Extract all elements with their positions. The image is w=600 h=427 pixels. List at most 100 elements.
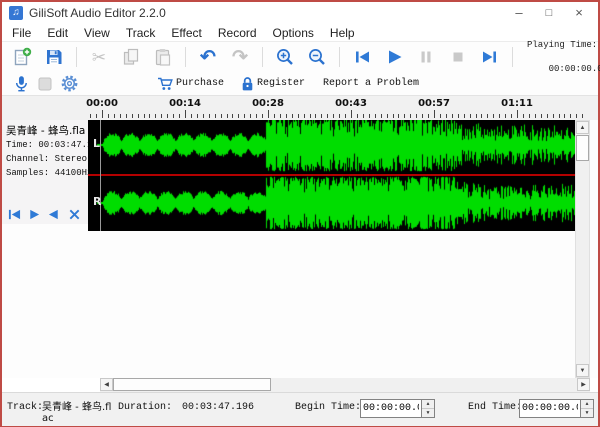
settings-button[interactable]	[57, 74, 81, 94]
paste-button[interactable]	[147, 45, 179, 69]
begin-time-up-button[interactable]: ▲	[422, 400, 434, 409]
playhead-cursor[interactable]	[100, 120, 101, 231]
ruler-minor-tick	[576, 114, 577, 118]
begin-time-down-button[interactable]: ▼	[422, 409, 434, 417]
title-bar: ♫ GiliSoft Audio Editor 2.2.0 – □ ×	[2, 2, 598, 24]
save-button[interactable]	[38, 45, 70, 69]
ruler-major-tick	[434, 110, 435, 118]
ruler-minor-tick	[464, 114, 465, 118]
ruler-label: 00:28	[252, 98, 284, 109]
menu-item-options[interactable]: Options	[265, 26, 322, 40]
track-play-button[interactable]	[24, 206, 44, 223]
redo-button[interactable]: ↷	[224, 45, 256, 69]
ruler-minor-tick	[553, 114, 554, 118]
ruler-minor-tick	[292, 114, 293, 118]
ruler-minor-tick	[493, 114, 494, 118]
track-skip-start-button[interactable]	[4, 206, 24, 223]
ruler-minor-tick	[333, 114, 334, 118]
end-time-input[interactable]	[519, 399, 581, 418]
ruler-minor-tick	[564, 114, 565, 118]
status-track-value: 吴青峰 - 蜂鸟.flac	[42, 402, 114, 424]
pause-button[interactable]	[410, 45, 442, 69]
ruler-minor-tick	[339, 114, 340, 118]
ruler-minor-tick	[108, 114, 109, 118]
purchase-label: Purchase	[176, 78, 224, 89]
menu-item-file[interactable]: File	[4, 26, 39, 40]
secondary-toolbar: Purchase Register Report a Problem	[2, 72, 598, 95]
scroll-left-button[interactable]: ◀	[100, 378, 113, 391]
cut-button[interactable]: ✂	[83, 45, 115, 69]
report-problem-link[interactable]: Report a Problem	[321, 78, 419, 89]
ruler-minor-tick	[244, 114, 245, 118]
ruler-minor-tick	[381, 114, 382, 118]
app-icon: ♫	[9, 6, 23, 20]
stop-icon	[448, 47, 468, 67]
register-link[interactable]: Register	[240, 76, 305, 92]
ruler-major-tick	[351, 110, 352, 118]
begin-time-input[interactable]	[360, 399, 422, 418]
zoom-out-button[interactable]	[301, 45, 333, 69]
toolbar-separator	[512, 47, 513, 67]
ruler-minor-tick	[387, 114, 388, 118]
menu-item-view[interactable]: View	[76, 26, 118, 40]
track-close-button[interactable]	[64, 206, 84, 223]
undo-button[interactable]: ↶	[192, 45, 224, 69]
timeline-ruler[interactable]: 00:0000:1400:2800:4300:5701:11	[2, 95, 598, 120]
skip-start-icon	[352, 47, 372, 67]
end-time-down-button[interactable]: ▼	[581, 409, 593, 417]
ruler-minor-tick	[132, 114, 133, 118]
purchase-link[interactable]: Purchase	[157, 76, 224, 91]
waveform-panel: L R	[88, 120, 575, 231]
ruler-minor-tick	[238, 114, 239, 118]
ruler-minor-tick	[250, 114, 251, 118]
ruler-minor-tick	[215, 114, 216, 118]
register-label: Register	[257, 78, 305, 89]
maximize-button[interactable]: □	[534, 2, 564, 24]
menu-item-effect[interactable]: Effect	[163, 26, 209, 40]
record-button[interactable]	[9, 74, 33, 94]
report-problem-label: Report a Problem	[323, 78, 419, 89]
vertical-scroll-thumb[interactable]	[576, 135, 589, 161]
redo-icon: ↷	[232, 49, 248, 66]
ruler-minor-tick	[167, 114, 168, 118]
ruler-label: 00:57	[418, 98, 450, 109]
gear-icon	[60, 74, 79, 93]
menu-item-record[interactable]: Record	[210, 26, 265, 40]
menu-item-help[interactable]: Help	[322, 26, 363, 40]
menu-item-track[interactable]: Track	[118, 26, 164, 40]
stop-record-button[interactable]	[33, 74, 57, 94]
status-duration-value: 00:03:47.196	[182, 402, 254, 413]
scroll-up-button[interactable]: ▲	[576, 121, 589, 134]
track-filename: 吴青峰 - 蜂鸟.flac	[6, 123, 86, 138]
menu-item-edit[interactable]: Edit	[39, 26, 76, 40]
horizontal-scrollbar[interactable]: ◀ ▶	[100, 378, 590, 392]
new-file-button[interactable]	[6, 45, 38, 69]
scroll-right-button[interactable]: ▶	[577, 378, 590, 391]
skip-end-button[interactable]	[474, 45, 506, 69]
lock-icon	[240, 76, 255, 92]
minimize-button[interactable]: –	[504, 2, 534, 24]
toolbar-separator	[185, 47, 186, 67]
scroll-down-button[interactable]: ▼	[576, 364, 589, 377]
ruler-minor-tick	[535, 114, 536, 118]
end-time-up-button[interactable]: ▲	[581, 400, 593, 409]
copy-button[interactable]	[115, 45, 147, 69]
ruler-minor-tick	[221, 114, 222, 118]
close-button[interactable]: ×	[564, 2, 594, 24]
ruler-label: 00:43	[335, 98, 367, 109]
ruler-minor-tick	[416, 114, 417, 118]
ruler-minor-tick	[191, 114, 192, 118]
horizontal-scroll-thumb[interactable]	[113, 378, 271, 391]
track-rewind-button[interactable]	[44, 206, 64, 223]
stop-button[interactable]	[442, 45, 474, 69]
menu-bar: FileEditViewTrackEffectRecordOptionsHelp	[2, 24, 598, 42]
ruler-minor-tick	[262, 114, 263, 118]
ruler-minor-tick	[144, 114, 145, 118]
zoom-in-button[interactable]	[269, 45, 301, 69]
ruler-minor-tick	[523, 114, 524, 118]
skip-start-button[interactable]	[346, 45, 378, 69]
play-button[interactable]	[378, 45, 410, 69]
channel-left-label: L	[93, 137, 100, 150]
begin-time-spinbox: ▲ ▼	[360, 399, 435, 418]
vertical-scrollbar[interactable]: ▲ ▼	[575, 120, 590, 378]
